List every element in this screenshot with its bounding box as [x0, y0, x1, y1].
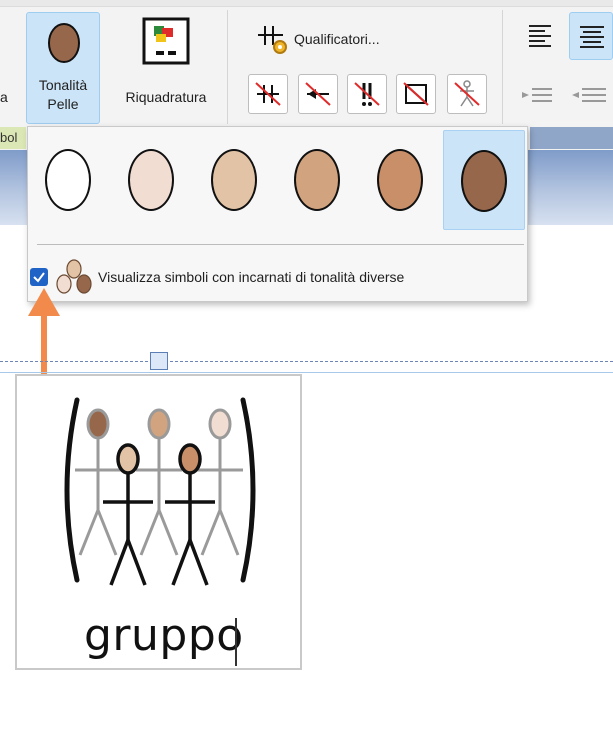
resize-handle[interactable]: [150, 352, 168, 370]
ribbon-top-edge: [0, 0, 613, 7]
align-left-icon: [529, 25, 551, 47]
indent-increase-icon[interactable]: [570, 82, 610, 110]
indent-decrease-icon[interactable]: [520, 82, 556, 110]
ribbon-separator: [502, 10, 503, 124]
person-qualifier-icon: [454, 80, 480, 107]
varied-skin-tones-label: Visualizza simboli con incarnati di tona…: [98, 269, 405, 285]
symbol-word[interactable]: gruppo: [84, 610, 244, 661]
skin-tone-swatch-medium[interactable]: [277, 130, 359, 230]
varied-skin-tones-checkbox[interactable]: [30, 268, 48, 286]
exclamation-qualifier-icon: [354, 82, 380, 106]
riquadratura-icon: [142, 17, 190, 65]
plural-qualifier-icon: [255, 82, 281, 106]
group-people-symbol: [64, 397, 256, 586]
swatch-oval: [461, 150, 507, 212]
skin-tone-label-line1: Tonalità: [38, 77, 88, 93]
swatch-oval: [45, 149, 91, 211]
swatch-oval: [294, 149, 340, 211]
skin-tone-label-line2: Pelle: [47, 96, 79, 112]
skin-tone-swatch-tan[interactable]: [360, 130, 442, 230]
skin-tone-swatch-light[interactable]: [194, 130, 276, 230]
ribbon-group-label-bar-right: [530, 127, 613, 149]
ribbon-separator: [227, 10, 228, 124]
ribbon-group-label: bol: [0, 130, 18, 145]
swatch-oval: [128, 149, 174, 211]
qualifier-past-button[interactable]: [298, 74, 338, 114]
riquadratura-label: Riquadratura: [125, 89, 207, 105]
skin-tone-icon: [48, 23, 80, 63]
checkmark-icon: [33, 272, 45, 283]
multi-skin-tone-icon: [56, 259, 92, 294]
negation-box-qualifier-icon: [403, 82, 429, 106]
align-center-button[interactable]: [569, 12, 613, 60]
swatch-oval: [377, 149, 423, 211]
partial-ribbon-label: a: [0, 89, 8, 105]
skin-tone-swatch-dark[interactable]: [443, 130, 525, 230]
skin-tone-label: Tonalità Pelle: [26, 76, 100, 114]
qualifiers-gear-icon: [258, 26, 287, 54]
popup-divider: [37, 244, 524, 245]
swatch-oval: [211, 149, 257, 211]
skin-tone-swatch-very-light[interactable]: [111, 130, 193, 230]
qualifier-person-button[interactable]: [447, 74, 487, 114]
qualifier-plural-button[interactable]: [248, 74, 288, 114]
skin-tone-swatch-white[interactable]: [28, 130, 110, 230]
align-left-button[interactable]: [519, 12, 563, 58]
page-margin-guide: [0, 361, 613, 362]
align-center-icon: [580, 26, 604, 48]
qualificatori-label: Qualificatori...: [294, 31, 380, 47]
text-caret: [235, 618, 237, 666]
qualifier-exclamation-button[interactable]: [347, 74, 387, 114]
page-guide-line: [0, 372, 613, 373]
qualifier-negation-button[interactable]: [396, 74, 436, 114]
past-qualifier-icon: [305, 82, 331, 106]
